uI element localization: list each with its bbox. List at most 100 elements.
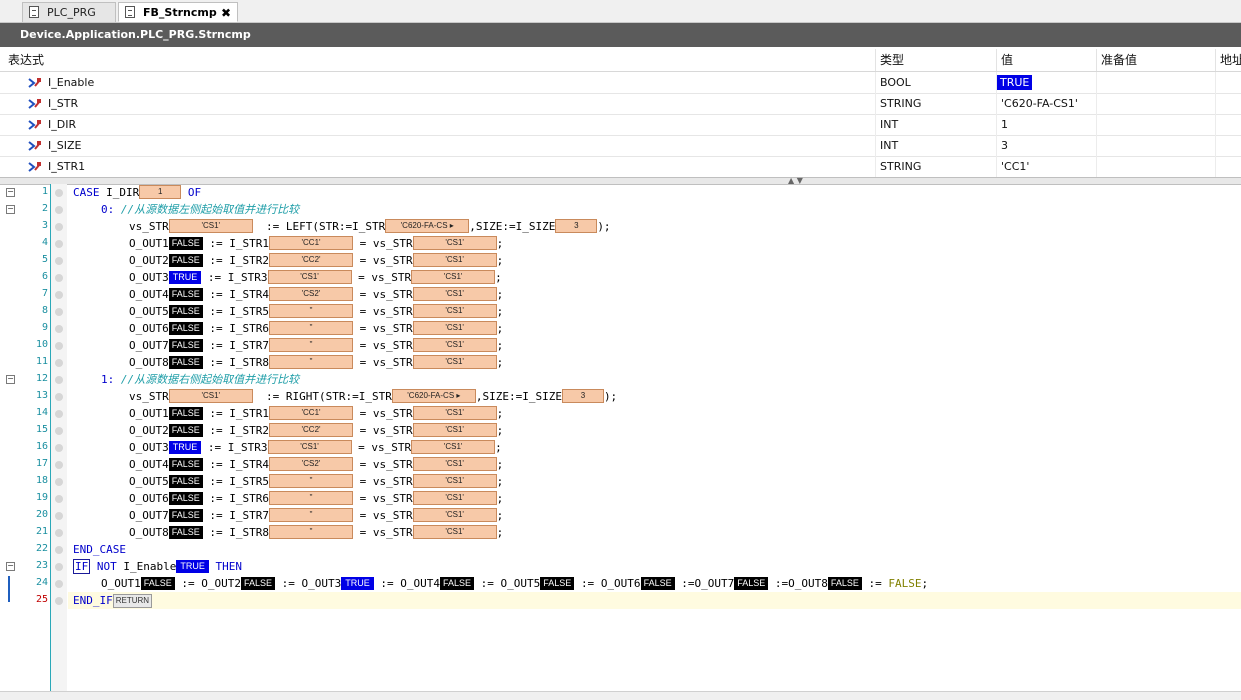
- false-value-badge[interactable]: FALSE: [168, 525, 203, 539]
- breakpoint-dot[interactable]: [55, 206, 63, 214]
- tab-fb-strncmp[interactable]: FB_Strncmp ✖: [118, 2, 238, 22]
- false-value-badge[interactable]: FALSE: [540, 576, 575, 590]
- false-value-badge[interactable]: FALSE: [168, 423, 203, 437]
- inline-value[interactable]: '': [269, 355, 354, 369]
- inline-value[interactable]: 'C620-FA-CS ▸: [385, 219, 470, 233]
- false-value-badge[interactable]: FALSE: [168, 338, 203, 352]
- false-value-badge[interactable]: FALSE: [168, 287, 203, 301]
- column-prepared-value[interactable]: 准备值: [1097, 49, 1216, 71]
- inline-value[interactable]: 'CS1': [267, 270, 352, 284]
- code-editor[interactable]: − − − − 1 2 3 4 5 6 7 8 9 10 11 12 13 14…: [0, 184, 1241, 700]
- inline-value[interactable]: 'CS1': [412, 236, 497, 250]
- inline-value[interactable]: 'C620-FA-CS ▸: [391, 389, 476, 403]
- inline-value[interactable]: 'CS1': [412, 491, 497, 505]
- breakpoint-dot[interactable]: [55, 444, 63, 452]
- column-address[interactable]: 地址: [1216, 49, 1241, 71]
- inline-value[interactable]: '': [269, 474, 354, 488]
- false-value-badge[interactable]: FALSE: [168, 406, 203, 420]
- inline-value[interactable]: 'CS2': [269, 287, 354, 301]
- watch-row[interactable]: I_STR STRING 'C620-FA-CS1': [0, 93, 1241, 115]
- breakpoint-dot[interactable]: [55, 393, 63, 401]
- inline-value[interactable]: 'CS1': [412, 338, 497, 352]
- breakpoint-dot[interactable]: [55, 478, 63, 486]
- breakpoint-dot[interactable]: [55, 427, 63, 435]
- code-area[interactable]: CASE I_DIR 1 OF 0: //从源数据左侧起始取值并进行比较 vs_S…: [68, 184, 1241, 691]
- breakpoint-dot[interactable]: [55, 325, 63, 333]
- false-value-badge[interactable]: FALSE: [168, 508, 203, 522]
- inline-value[interactable]: 'CS1': [411, 270, 496, 284]
- false-value-badge[interactable]: FALSE: [440, 576, 475, 590]
- inline-value[interactable]: '': [269, 508, 354, 522]
- false-value-badge[interactable]: FALSE: [241, 576, 276, 590]
- breakpoint-dot[interactable]: [55, 546, 63, 554]
- inline-value[interactable]: 'CS1': [412, 321, 497, 335]
- breakpoint-dot[interactable]: [55, 410, 63, 418]
- breakpoint-dot[interactable]: [55, 512, 63, 520]
- inline-value[interactable]: 'CS1': [412, 304, 497, 318]
- inline-value[interactable]: 'CS1': [412, 287, 497, 301]
- true-value-badge[interactable]: TRUE: [168, 440, 202, 454]
- false-value-badge[interactable]: FALSE: [168, 304, 203, 318]
- false-value-badge[interactable]: FALSE: [640, 576, 675, 590]
- breakpoint-dot[interactable]: [55, 376, 63, 384]
- watch-row[interactable]: I_SIZE INT 3: [0, 135, 1241, 157]
- true-value-badge[interactable]: TRUE: [341, 576, 374, 590]
- inline-value[interactable]: 'CS1': [412, 423, 497, 437]
- prepared-value-cell[interactable]: [1097, 72, 1216, 93]
- inline-value[interactable]: 'CS1': [412, 474, 497, 488]
- inline-value[interactable]: 'CS1': [412, 508, 497, 522]
- close-icon[interactable]: ✖: [221, 3, 231, 23]
- true-value-badge[interactable]: TRUE: [176, 559, 209, 573]
- true-value-badge[interactable]: TRUE: [168, 270, 202, 284]
- inline-value[interactable]: 'CC2': [269, 253, 354, 267]
- breakpoint-dot[interactable]: [55, 189, 63, 197]
- false-value-badge[interactable]: FALSE: [168, 491, 203, 505]
- inline-value[interactable]: 'CC2': [269, 423, 354, 437]
- inline-value[interactable]: 'CC1': [269, 236, 354, 250]
- inline-value[interactable]: '': [269, 525, 354, 539]
- breakpoint-dot[interactable]: [55, 308, 63, 316]
- false-value-badge[interactable]: FALSE: [168, 474, 203, 488]
- breakpoint-dot[interactable]: [55, 240, 63, 248]
- inline-value[interactable]: 'CS1': [412, 525, 497, 539]
- breakpoint-dot[interactable]: [55, 342, 63, 350]
- watch-row[interactable]: I_Enable BOOL TRUE: [0, 72, 1241, 94]
- false-value-badge[interactable]: FALSE: [168, 355, 203, 369]
- breakpoint-dot[interactable]: [55, 495, 63, 503]
- breakpoint-dot[interactable]: [55, 257, 63, 265]
- inline-value[interactable]: 3: [555, 219, 598, 233]
- inline-value[interactable]: 'CS1': [267, 440, 352, 454]
- false-value-badge[interactable]: FALSE: [168, 236, 203, 250]
- inline-value[interactable]: '': [269, 304, 354, 318]
- inline-value[interactable]: 3: [561, 389, 604, 403]
- inline-value[interactable]: '': [269, 321, 354, 335]
- inline-value[interactable]: 'CS1': [412, 355, 497, 369]
- return-marker[interactable]: RETURN: [112, 594, 153, 608]
- tab-plc-prg[interactable]: PLC_PRG: [22, 2, 116, 22]
- false-value-badge[interactable]: FALSE: [140, 576, 175, 590]
- prepared-value-cell[interactable]: [1097, 135, 1216, 156]
- prepared-value-cell[interactable]: [1097, 114, 1216, 135]
- breakpoint-dot[interactable]: [55, 529, 63, 537]
- column-expression[interactable]: 表达式: [0, 49, 876, 71]
- inline-value[interactable]: '': [269, 338, 354, 352]
- watch-row[interactable]: I_DIR INT 1: [0, 114, 1241, 136]
- inline-value[interactable]: 'CC1': [269, 406, 354, 420]
- column-value[interactable]: 值: [997, 49, 1097, 71]
- inline-value[interactable]: 'CS2': [269, 457, 354, 471]
- false-value-badge[interactable]: FALSE: [168, 253, 203, 267]
- breakpoint-dot[interactable]: [55, 597, 63, 605]
- inline-value[interactable]: 'CS1': [412, 457, 497, 471]
- inline-value[interactable]: 'CS1': [168, 219, 253, 233]
- prepared-value-cell[interactable]: [1097, 156, 1216, 177]
- prepared-value-cell[interactable]: [1097, 93, 1216, 114]
- false-value-badge[interactable]: FALSE: [168, 321, 203, 335]
- inline-value[interactable]: 'CS1': [168, 389, 253, 403]
- inline-value[interactable]: 'CS1': [411, 440, 496, 454]
- breakpoint-dot[interactable]: [55, 461, 63, 469]
- inline-value[interactable]: 1: [139, 185, 182, 199]
- watch-row[interactable]: I_STR1 STRING 'CC1': [0, 156, 1241, 178]
- breakpoint-dot[interactable]: [55, 223, 63, 231]
- inline-value[interactable]: 'CS1': [412, 253, 497, 267]
- inline-value[interactable]: '': [269, 491, 354, 505]
